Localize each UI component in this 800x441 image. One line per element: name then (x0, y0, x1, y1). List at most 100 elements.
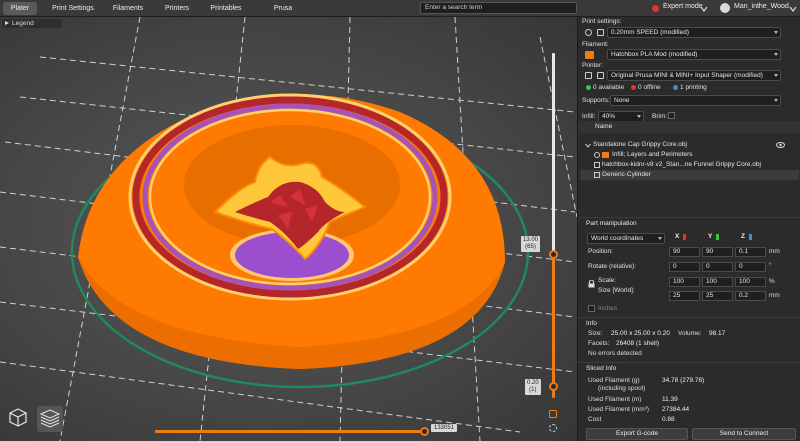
lock-icon (597, 72, 604, 79)
supports-select[interactable]: None (610, 95, 781, 106)
divider (578, 317, 800, 318)
rotate-x-field[interactable]: 0 (669, 262, 700, 272)
list-item[interactable]: Infill; Layers and Perimeters (580, 150, 799, 160)
preview-layers-button[interactable] (37, 406, 63, 432)
chevron-down-icon[interactable] (789, 5, 797, 13)
tab-filaments[interactable]: Filaments (110, 2, 146, 15)
printer-select[interactable]: Original Prusa MINI & MINI+ Input Shaper… (607, 70, 781, 81)
part-icon (594, 162, 600, 168)
cost-label: Cost (588, 416, 602, 423)
layer-bottom-label: 0.20 (1) (525, 379, 541, 395)
filament-color-swatch[interactable] (585, 51, 594, 59)
tab-prusa-connect[interactable]: Prusa Connect (260, 2, 306, 25)
info-facets-label: Facets: (588, 340, 610, 347)
status-printing: 1 printing (680, 84, 707, 91)
tab-plater[interactable]: Plater (3, 2, 37, 15)
scale-label: Scale: (598, 277, 617, 284)
size-z-field[interactable]: 0.2 (735, 291, 766, 301)
print-settings-select[interactable]: 0.20mm SPEED (modified) (607, 27, 781, 38)
lock-icon[interactable] (549, 410, 557, 418)
print-settings-label: Print settings: (582, 18, 622, 25)
filament-select[interactable]: Hatchbox PLA Mod (modified) (607, 49, 781, 60)
status-offline: 0 offline (638, 84, 661, 91)
move-slider-track[interactable] (155, 430, 425, 433)
scale-z-field[interactable]: 100 (735, 277, 766, 287)
used-filament-mm3-value: 27384.44 (662, 406, 690, 413)
used-filament-m-value: 11.39 (662, 396, 678, 403)
3d-viewport[interactable]: Legend 13.00 (65) 0.20 (1) 133051 (0, 17, 577, 441)
position-x-field[interactable]: 90 (669, 247, 700, 257)
brim-checkbox[interactable] (668, 112, 675, 119)
rotate-z-field[interactable]: 0 (735, 262, 766, 272)
gear-icon[interactable] (549, 424, 557, 432)
legend-toggle[interactable]: Legend (2, 19, 62, 28)
user-name[interactable]: Man_inthe_Wood (734, 3, 789, 10)
filament-label: Filament: (582, 41, 609, 48)
axis-x-label: X (675, 233, 680, 240)
status-offline-dot (631, 85, 636, 90)
status-available-dot (586, 85, 591, 90)
tab-print-settings[interactable]: Print Settings (50, 2, 96, 15)
info-size-value: 25.00 x 25.00 x 0.20 (611, 330, 670, 337)
settings-icon (594, 152, 600, 158)
size-y-field[interactable]: 25 (702, 291, 733, 301)
scale-y-field[interactable]: 100 (702, 277, 733, 287)
axis-z-color (749, 234, 752, 240)
scale-x-field[interactable]: 100 (669, 277, 700, 287)
chevron-down-icon[interactable] (585, 143, 591, 148)
cost-value: 0.88 (662, 416, 675, 423)
unit-percent: % (769, 278, 775, 285)
axis-x-color (683, 234, 686, 240)
brim-label: Brim: (652, 113, 668, 120)
lock-icon[interactable] (588, 280, 595, 288)
move-slider-handle[interactable] (420, 427, 429, 436)
settings-icon (585, 29, 592, 36)
lock-icon (597, 29, 604, 36)
divider (578, 362, 800, 363)
list-item[interactable]: Standalone Cap Grippy Core.obj (580, 140, 799, 150)
avatar[interactable] (720, 3, 730, 13)
expert-mode-icon[interactable] (652, 5, 659, 12)
modifier-icon (594, 172, 600, 178)
gcode-preview-scene[interactable] (0, 17, 577, 441)
position-z-field[interactable]: 0.1 (735, 247, 766, 257)
3d-view-icon[interactable] (7, 406, 29, 428)
size-label: Size [World]: (598, 287, 635, 294)
list-item[interactable]: hatchbox-kidnr-v8 v2_Stan...ne Funnel Gr… (580, 160, 799, 170)
axis-z-label: Z (741, 233, 745, 240)
search-input[interactable]: Enter a search term (420, 2, 577, 14)
layer-slider-bottom-handle[interactable] (549, 382, 558, 391)
status-available: 0 available (593, 84, 625, 91)
supports-label: Supports: (582, 97, 610, 104)
infill-icon (602, 152, 609, 158)
tab-printables[interactable]: Printables (208, 2, 244, 15)
layer-slider-upper (552, 53, 555, 253)
eye-icon[interactable] (776, 142, 785, 148)
object-list-header: Name (578, 121, 800, 133)
rotate-label: Rotate (relative): (588, 263, 637, 270)
mode-label[interactable]: Expert mode (663, 3, 703, 10)
layer-top-label: 13.00 (65) (521, 236, 541, 252)
top-bar: Plater Print Settings Filaments Printers… (0, 0, 800, 25)
info-volume-value: 98.17 (709, 330, 726, 337)
rotate-y-field[interactable]: 0 (702, 262, 733, 272)
list-item[interactable]: Generic-Cylinder (580, 170, 799, 180)
used-filament-m-label: Used Filament (m) (588, 396, 642, 403)
chevron-down-icon[interactable] (700, 5, 708, 13)
coordinate-system-select[interactable]: World coordinates (587, 233, 665, 244)
sliced-info-title: Sliced Info (586, 365, 617, 372)
size-x-field[interactable]: 25 (669, 291, 700, 301)
send-to-connect-button[interactable]: Send to Connect (692, 428, 796, 440)
info-facets-value: 26408 (1 shell) (616, 340, 659, 347)
part-manipulation-title: Part manipulation (586, 220, 637, 227)
position-label: Position: (588, 248, 613, 255)
info-size-label: Size: (588, 330, 603, 337)
unit-mm: mm (769, 292, 780, 299)
export-gcode-button[interactable]: Export G-code (586, 428, 688, 440)
position-y-field[interactable]: 90 (702, 247, 733, 257)
used-filament-g-label: Used Filament (g) (588, 377, 640, 384)
inches-checkbox[interactable] (588, 305, 595, 312)
layer-slider-top-handle[interactable] (549, 250, 558, 259)
tab-printers[interactable]: Printers (160, 2, 194, 15)
sidebar: Print settings: 0.20mm SPEED (modified) … (577, 17, 800, 441)
